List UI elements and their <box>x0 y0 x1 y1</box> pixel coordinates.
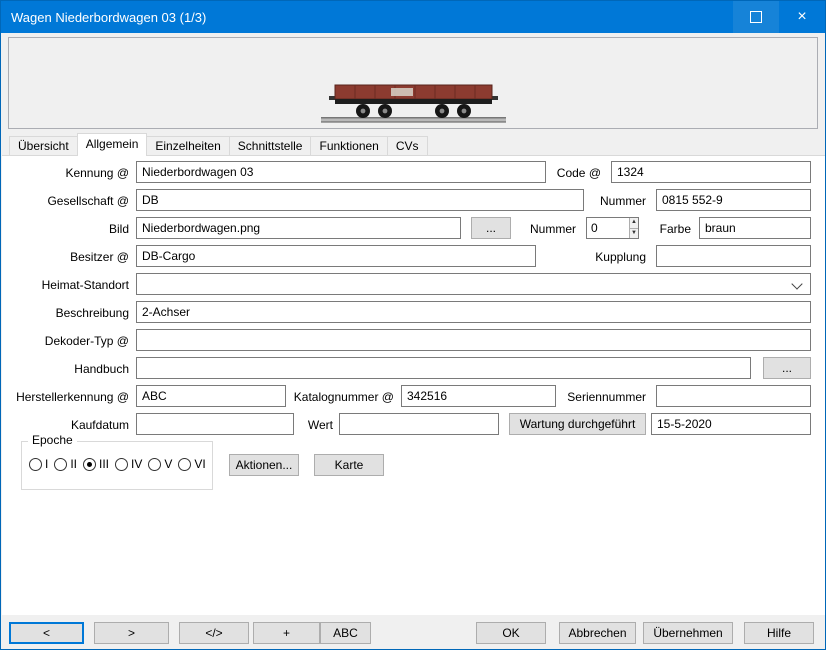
apply-button[interactable]: Übernehmen <box>643 622 733 644</box>
herstellerkennung-label: Herstellerkennung @ <box>1 386 129 408</box>
next-button[interactable]: > <box>94 622 169 644</box>
tab-bar: Übersicht Allgemein Einzelheiten Schnitt… <box>9 133 427 155</box>
tab-cvs[interactable]: CVs <box>387 136 428 155</box>
wartung-date-input[interactable] <box>651 413 811 435</box>
farbe-input[interactable] <box>699 217 811 239</box>
tab-schnittstelle[interactable]: Schnittstelle <box>229 136 312 155</box>
maximize-icon <box>750 11 762 23</box>
handbuch-browse-button[interactable]: ... <box>763 357 811 379</box>
handbuch-label: Handbuch <box>1 358 129 380</box>
besitzer-input[interactable] <box>136 245 536 267</box>
window-title: Wagen Niederbordwagen 03 (1/3) <box>11 10 733 25</box>
abc-button[interactable]: ABC <box>320 622 371 644</box>
epoche-option-label: VI <box>194 457 205 471</box>
epoche-legend: Epoche <box>28 433 77 447</box>
dekoder-typ-input[interactable] <box>136 329 811 351</box>
epoche-option-label: II <box>70 457 77 471</box>
wagon-image <box>321 73 506 127</box>
kennung-label: Kennung @ <box>1 162 129 184</box>
add-button[interactable]: + <box>253 622 320 644</box>
radio-icon <box>148 458 161 471</box>
cancel-button[interactable]: Abbrechen <box>559 622 636 644</box>
tab-allgemein[interactable]: Allgemein <box>77 133 148 156</box>
close-icon: × <box>797 9 806 25</box>
titlebar: Wagen Niederbordwagen 03 (1/3) × <box>1 1 825 33</box>
kupplung-label: Kupplung <box>521 246 646 268</box>
ok-button[interactable]: OK <box>476 622 546 644</box>
wert-label: Wert <box>271 414 333 436</box>
epoche-radio-V[interactable]: V <box>148 457 172 471</box>
tab-uebersicht[interactable]: Übersicht <box>9 136 78 155</box>
aktionen-button[interactable]: Aktionen... <box>229 454 299 476</box>
code-input[interactable] <box>611 161 811 183</box>
maximize-button[interactable] <box>733 1 779 33</box>
radio-checked-icon <box>83 458 96 471</box>
epoche-radio-IV[interactable]: IV <box>115 457 142 471</box>
epoche-radio-I[interactable]: I <box>29 457 48 471</box>
beschreibung-label: Beschreibung <box>1 302 129 324</box>
close-button[interactable]: × <box>779 1 825 33</box>
wert-input[interactable] <box>339 413 499 435</box>
herstellerkennung-input[interactable] <box>136 385 286 407</box>
epoche-option-label: III <box>99 457 109 471</box>
wagon-properties-dialog: Wagen Niederbordwagen 03 (1/3) × Übersic… <box>0 0 826 650</box>
beschreibung-input[interactable] <box>136 301 811 323</box>
bild-nummer-label: Nummer <box>456 218 576 240</box>
epoche-option-label: IV <box>131 457 142 471</box>
heimat-standort-combobox[interactable] <box>136 273 811 295</box>
gesellschaft-label: Gesellschaft @ <box>1 190 129 212</box>
radio-icon <box>54 458 67 471</box>
help-button[interactable]: Hilfe <box>744 622 814 644</box>
radio-icon <box>115 458 128 471</box>
dropdown-chevron-icon <box>791 278 802 289</box>
prev-button[interactable]: < <box>9 622 84 644</box>
epoche-groupbox: Epoche I II III IV V VI <box>21 441 213 490</box>
epoche-radio-VI[interactable]: VI <box>178 457 205 471</box>
karte-button[interactable]: Karte <box>314 454 384 476</box>
code-label: Code @ <box>481 162 601 184</box>
radio-icon <box>29 458 42 471</box>
epoche-radio-II[interactable]: II <box>54 457 77 471</box>
seriennummer-label: Seriennummer <box>521 386 646 408</box>
epoche-option-label: V <box>164 457 172 471</box>
bild-input[interactable] <box>136 217 461 239</box>
epoche-option-label: I <box>45 457 48 471</box>
nummer-label: Nummer <box>521 190 646 212</box>
farbe-label: Farbe <box>601 218 691 240</box>
bild-label: Bild <box>1 218 129 240</box>
dekoder-typ-label: Dekoder-Typ @ <box>1 330 129 352</box>
gesellschaft-input[interactable] <box>136 189 584 211</box>
epoche-radio-III[interactable]: III <box>83 457 109 471</box>
radio-icon <box>178 458 191 471</box>
tab-einzelheiten[interactable]: Einzelheiten <box>146 136 229 155</box>
heimat-standort-label: Heimat-Standort <box>1 274 129 296</box>
wartung-button[interactable]: Wartung durchgeführt <box>509 413 646 435</box>
nummer-input[interactable] <box>656 189 811 211</box>
kupplung-input[interactable] <box>656 245 811 267</box>
handbuch-input[interactable] <box>136 357 751 379</box>
tab-funktionen[interactable]: Funktionen <box>310 136 387 155</box>
epoche-radio-group: I II III IV V VI <box>29 457 212 471</box>
besitzer-label: Besitzer @ <box>1 246 129 268</box>
katalognummer-label: Katalognummer @ <box>271 386 394 408</box>
seriennummer-input[interactable] <box>656 385 811 407</box>
code-toggle-button[interactable]: </> <box>179 622 249 644</box>
